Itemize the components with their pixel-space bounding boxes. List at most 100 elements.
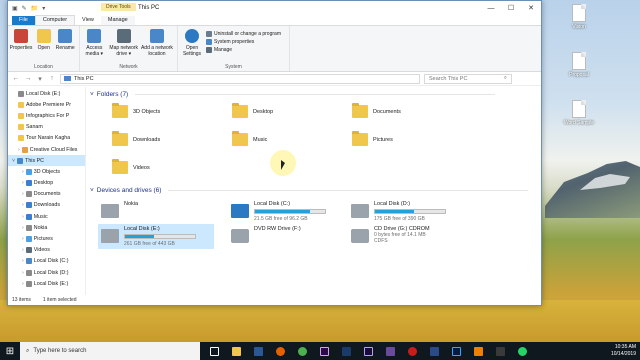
- folder-item[interactable]: 3D Objects: [112, 103, 160, 118]
- drive-item[interactable]: Local Disk (E:) 261 GB free of 443 GB: [98, 224, 214, 249]
- folder-item[interactable]: Videos: [112, 159, 150, 174]
- nav-item[interactable]: › Local Disk (E:): [8, 278, 85, 289]
- expand-chevron-icon[interactable]: ›: [22, 225, 24, 231]
- drive-item[interactable]: Local Disk (D:) 175 GB free of 390 GB: [348, 199, 464, 224]
- uninstall-program-link[interactable]: Uninstall or change a program: [206, 31, 281, 37]
- navigation-pane[interactable]: Local Disk (E:) Adobe Premiere Pr Infograp…: [8, 87, 86, 295]
- tab-computer[interactable]: Computer: [34, 15, 76, 25]
- app-taskbar-icon[interactable]: [338, 342, 354, 360]
- new-folder-icon[interactable]: 📁: [31, 5, 38, 12]
- nav-item[interactable]: › Creative Cloud Files: [8, 144, 85, 155]
- expand-chevron-icon[interactable]: ›: [22, 191, 24, 197]
- nav-item[interactable]: › Pictures: [8, 233, 85, 244]
- nav-item-label: Videos: [33, 247, 50, 254]
- photoshop-taskbar-icon[interactable]: [448, 342, 464, 360]
- folder-item[interactable]: Desktop: [232, 103, 273, 118]
- nav-item[interactable]: › 3D Objects: [8, 166, 85, 177]
- drive-name: Local Disk (E:): [124, 226, 160, 232]
- taskbar-apps: [206, 342, 530, 360]
- desktop-icon-proposal[interactable]: Proposal: [557, 52, 601, 78]
- taskbar-search-box[interactable]: ⌕ Type here to search: [20, 342, 200, 360]
- expand-chevron-icon[interactable]: ›: [22, 270, 24, 276]
- expand-chevron-icon[interactable]: ›: [22, 169, 24, 175]
- drive-item[interactable]: Nokia: [98, 199, 214, 220]
- app-taskbar-icon[interactable]: [492, 342, 508, 360]
- drive-item[interactable]: CD Drive (G:) CDROM 0 bytes free of 14.1 …: [348, 224, 464, 246]
- nav-item[interactable]: › Music: [8, 211, 85, 222]
- expand-chevron-icon[interactable]: ›: [22, 247, 24, 253]
- nav-item[interactable]: ˅ This PC: [8, 155, 85, 167]
- nav-item[interactable]: Tour Narain Kagha: [8, 133, 85, 144]
- nav-item[interactable]: › Documents: [8, 189, 85, 200]
- drive-info: DVD RW Drive (F:): [254, 226, 301, 243]
- folder-item[interactable]: Music: [232, 131, 267, 146]
- expand-chevron-icon[interactable]: ›: [22, 180, 24, 186]
- minimize-button[interactable]: —: [481, 1, 501, 15]
- properties-small-icon[interactable]: ▣: [12, 5, 18, 12]
- nav-item[interactable]: Local Disk (E:): [8, 88, 85, 99]
- nav-item[interactable]: › Downloads: [8, 200, 85, 211]
- system-properties-link[interactable]: System properties: [206, 39, 281, 45]
- desktop-icon-word-sample[interactable]: Word Sample: [557, 100, 601, 126]
- tab-view[interactable]: View: [75, 16, 101, 25]
- start-button[interactable]: ⊞: [0, 342, 20, 360]
- task-view-icon[interactable]: [206, 342, 222, 360]
- manage-link[interactable]: Manage: [206, 47, 281, 53]
- search-placeholder: Search This PC: [429, 75, 468, 82]
- nav-item-label: Local Disk (D:): [33, 269, 69, 276]
- edit-icon[interactable]: ✎: [22, 5, 27, 12]
- expand-chevron-icon[interactable]: ›: [22, 202, 24, 208]
- folders-section-header[interactable]: ˅ Folders (7): [90, 91, 495, 98]
- customize-chevron-icon[interactable]: ▾: [42, 5, 45, 12]
- tab-file[interactable]: File: [12, 16, 35, 25]
- media-icon: [87, 29, 102, 43]
- chrome-taskbar-icon[interactable]: [294, 342, 310, 360]
- whatsapp-taskbar-icon[interactable]: [514, 342, 530, 360]
- expand-chevron-icon[interactable]: ˅: [12, 158, 15, 164]
- nav-item[interactable]: Infographics For P: [8, 110, 85, 121]
- folder-item[interactable]: Downloads: [112, 131, 160, 146]
- devices-section-header[interactable]: ˅ Devices and drives (6): [90, 187, 528, 194]
- desktop-icon-vision[interactable]: Vision: [557, 4, 601, 30]
- file-explorer-taskbar-icon[interactable]: [228, 342, 244, 360]
- vlc-taskbar-icon[interactable]: [470, 342, 486, 360]
- nav-item[interactable]: › Nokia: [8, 222, 85, 233]
- system-tray-clock[interactable]: 10:35 AM 10/14/2019: [611, 344, 636, 358]
- nav-item[interactable]: Adobe Premiere Pr: [8, 99, 85, 110]
- nav-item[interactable]: › Local Disk (D:): [8, 267, 85, 278]
- close-button[interactable]: ✕: [521, 1, 541, 15]
- opera-taskbar-icon[interactable]: [404, 342, 420, 360]
- explorer-body: Local Disk (E:) Adobe Premiere Pr Infograp…: [8, 87, 541, 295]
- search-input[interactable]: Search This PC ⌕: [424, 73, 512, 84]
- app-taskbar-icon[interactable]: [382, 342, 398, 360]
- expand-chevron-icon[interactable]: ›: [18, 147, 20, 153]
- nav-item[interactable]: › Desktop: [8, 178, 85, 189]
- expand-chevron-icon[interactable]: ›: [22, 214, 24, 220]
- folder-item[interactable]: Pictures: [352, 131, 393, 146]
- firefox-taskbar-icon[interactable]: [272, 342, 288, 360]
- tab-manage[interactable]: Manage: [100, 16, 135, 25]
- word-taskbar-icon[interactable]: [250, 342, 266, 360]
- nav-item[interactable]: › Local Disk (C:): [8, 256, 85, 267]
- maximize-button[interactable]: ☐: [501, 1, 521, 15]
- title-bar[interactable]: ▣ ✎ 📁 ▾ Drive Tools This PC — ☐ ✕: [8, 1, 541, 15]
- premiere-taskbar-icon[interactable]: [316, 342, 332, 360]
- nav-item[interactable]: Sanam: [8, 122, 85, 133]
- after-effects-taskbar-icon[interactable]: [360, 342, 376, 360]
- address-path: This PC: [74, 75, 94, 82]
- app-taskbar-icon[interactable]: [426, 342, 442, 360]
- expand-chevron-icon[interactable]: ›: [22, 258, 24, 264]
- drive-item[interactable]: DVD RW Drive (F:): [228, 224, 344, 245]
- drive-info: Local Disk (C:) 21.5 GB free of 96.2 GB: [254, 201, 326, 222]
- nav-item[interactable]: › Videos: [8, 245, 85, 256]
- address-field[interactable]: This PC: [60, 73, 420, 84]
- recent-locations-chevron-icon[interactable]: ▾: [36, 75, 44, 83]
- back-arrow-icon[interactable]: ←: [12, 75, 20, 82]
- forward-arrow-icon[interactable]: →: [24, 75, 32, 82]
- up-arrow-icon[interactable]: ↑: [48, 75, 56, 82]
- folder-item[interactable]: Documents: [352, 103, 401, 118]
- drive-item[interactable]: Local Disk (C:) 21.5 GB free of 96.2 GB: [228, 199, 344, 224]
- expand-chevron-icon[interactable]: ›: [22, 236, 24, 242]
- clock-date: 10/14/2019: [610, 351, 636, 357]
- expand-chevron-icon[interactable]: ›: [22, 281, 24, 287]
